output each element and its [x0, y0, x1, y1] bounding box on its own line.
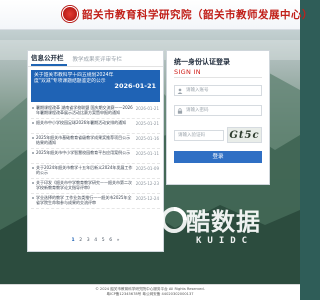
- featured-news-title[interactable]: 关于韶关市教科学十四五规划2024年度"双减"专项课题结题鉴定的公示: [34, 73, 122, 85]
- news-date: 2025-01-11: [135, 151, 159, 156]
- news-title[interactable]: 关于2024年韶关市教学十五年后新义2024年发展工作的公示: [36, 165, 134, 175]
- captcha-input[interactable]: [178, 131, 222, 140]
- site-logo[interactable]: 韶关市教育科学研究院（韶关市教师发展中心）: [62, 6, 313, 22]
- news-title[interactable]: 2025年韶关市基础教育省级教学成果奖推荐项目公示结果的通知: [36, 135, 134, 145]
- captcha-image[interactable]: Gt5c: [227, 127, 262, 143]
- news-title[interactable]: 2025年韶关市中小学智慧校园教育平台应用案例公示: [36, 150, 134, 155]
- bullet-icon: [32, 167, 34, 169]
- list-item[interactable]: 2025年韶关市中小学智慧校园教育平台应用案例公示 2025-01-11: [31, 149, 160, 164]
- password-input[interactable]: [186, 106, 260, 115]
- watermark-logo-icon: [161, 207, 187, 233]
- user-icon: [177, 88, 183, 94]
- list-item[interactable]: 学业选择的教学 工作业务类推行——韶关市2025年全省学院生命和参与成果的交流评…: [31, 194, 160, 209]
- list-item[interactable]: 关于2024年韶关市教学十五年后新义2024年发展工作的公示 2025-01-09: [31, 164, 160, 179]
- page-link[interactable]: 6: [109, 238, 112, 243]
- bullet-icon: [32, 197, 34, 199]
- watermark: 酷数据 KUIDC: [160, 198, 270, 268]
- news-tabs: 信息公开栏 教学成果奖评审专栏: [28, 51, 163, 67]
- lock-icon: [177, 108, 183, 114]
- page-link[interactable]: 3: [87, 238, 90, 243]
- bullet-icon: [32, 182, 34, 184]
- tab-info-disclosure[interactable]: 信息公开栏: [31, 52, 67, 66]
- list-item[interactable]: 韶关市中小学校园足球2026年暑期活动安排的通知 2025-01-21: [31, 119, 160, 134]
- news-date: 2025-01-16: [135, 136, 159, 141]
- page-link[interactable]: 4: [94, 238, 97, 243]
- page-link[interactable]: 5: [102, 238, 105, 243]
- news-date: 2025-01-21: [135, 121, 159, 126]
- news-title[interactable]: 韶关市中小学校园足球2026年暑期活动安排的通知: [36, 120, 134, 125]
- bullet-icon: [32, 122, 34, 124]
- news-date: 2025-12-23: [135, 181, 159, 186]
- news-date: 2025-01-09: [135, 166, 159, 171]
- tab-teaching-award[interactable]: 教学成果奖评审专栏: [73, 55, 123, 66]
- page-link[interactable]: 1: [71, 238, 74, 243]
- news-panel: 信息公开栏 教学成果奖评审专栏 关于韶关市教科学十四五规划2024年度"双减"专…: [27, 50, 164, 252]
- list-item[interactable]: 2025年韶关市基础教育省级教学成果奖推荐项目公示结果的通知 2025-01-16: [31, 134, 160, 149]
- login-subtitle: SIGN IN: [174, 68, 201, 76]
- news-date: 2026-01-21: [135, 106, 159, 111]
- featured-news-date: 2026-01-21: [114, 82, 156, 90]
- bullet-icon: [32, 152, 34, 154]
- captcha-field[interactable]: [174, 130, 224, 141]
- username-input[interactable]: [186, 86, 260, 95]
- page-link[interactable]: 2: [79, 238, 82, 243]
- seal-icon: [62, 6, 78, 22]
- watermark-text: 酷数据: [186, 208, 261, 236]
- site-title: 韶关市教育科学研究院（韶关市教师发展中心）: [82, 8, 313, 21]
- site-footer: © 2024 韶关市教育科学研究院中心服务平台 All Rights Reser…: [0, 284, 300, 300]
- featured-news[interactable]: 关于韶关市教科学十四五规划2024年度"双减"专项课题结题鉴定的公示 2026-…: [31, 70, 160, 102]
- username-field[interactable]: [174, 85, 262, 96]
- captcha-row: Gt5c: [174, 127, 262, 143]
- divider: [174, 77, 262, 78]
- news-list: 暑期课程改革 湖南省学校联盟 国庆期交流赛——2026年暑期课程改革展示活动比赛…: [31, 104, 160, 209]
- news-date: 2025-12-24: [135, 196, 159, 201]
- password-field[interactable]: [174, 105, 262, 116]
- list-item[interactable]: 关于印发《韶关市中学教育教学研究——韶关市第二次学校新教育教学论文指导评审》 20…: [31, 179, 160, 194]
- site-header: 韶关市教育科学研究院（韶关市教师发展中心）: [0, 0, 313, 30]
- list-item[interactable]: 暑期课程改革 湖南省学校联盟 国庆期交流赛——2026年暑期课程改革展示活动比赛…: [31, 104, 160, 119]
- watermark-subtext: KUIDC: [196, 236, 254, 246]
- news-title[interactable]: 暑期课程改革 湖南省学校联盟 国庆期交流赛——2026年暑期课程改革展示活动比赛…: [36, 105, 134, 115]
- bullet-icon: [32, 107, 34, 109]
- login-panel: 统一身份认证登录 SIGN IN Gt5c 登录: [166, 50, 270, 185]
- footer-icp[interactable]: 粤ICP备12345678号 粤公网安备 44020302000137: [0, 292, 300, 297]
- login-button[interactable]: 登录: [174, 151, 262, 163]
- bullet-icon: [32, 137, 34, 139]
- next-page-link[interactable]: »: [117, 238, 120, 243]
- pagination: 1 2 3 4 5 6 »: [28, 238, 163, 243]
- login-title: 统一身份认证登录: [174, 58, 230, 66]
- news-title[interactable]: 关于印发《韶关市中学教育教学研究——韶关市第二次学校新教育教学论文指导评审》: [36, 180, 134, 190]
- news-title[interactable]: 学业选择的教学 工作业务类推行——韶关市2025年全省学院生命和参与成果的交流评…: [36, 195, 134, 205]
